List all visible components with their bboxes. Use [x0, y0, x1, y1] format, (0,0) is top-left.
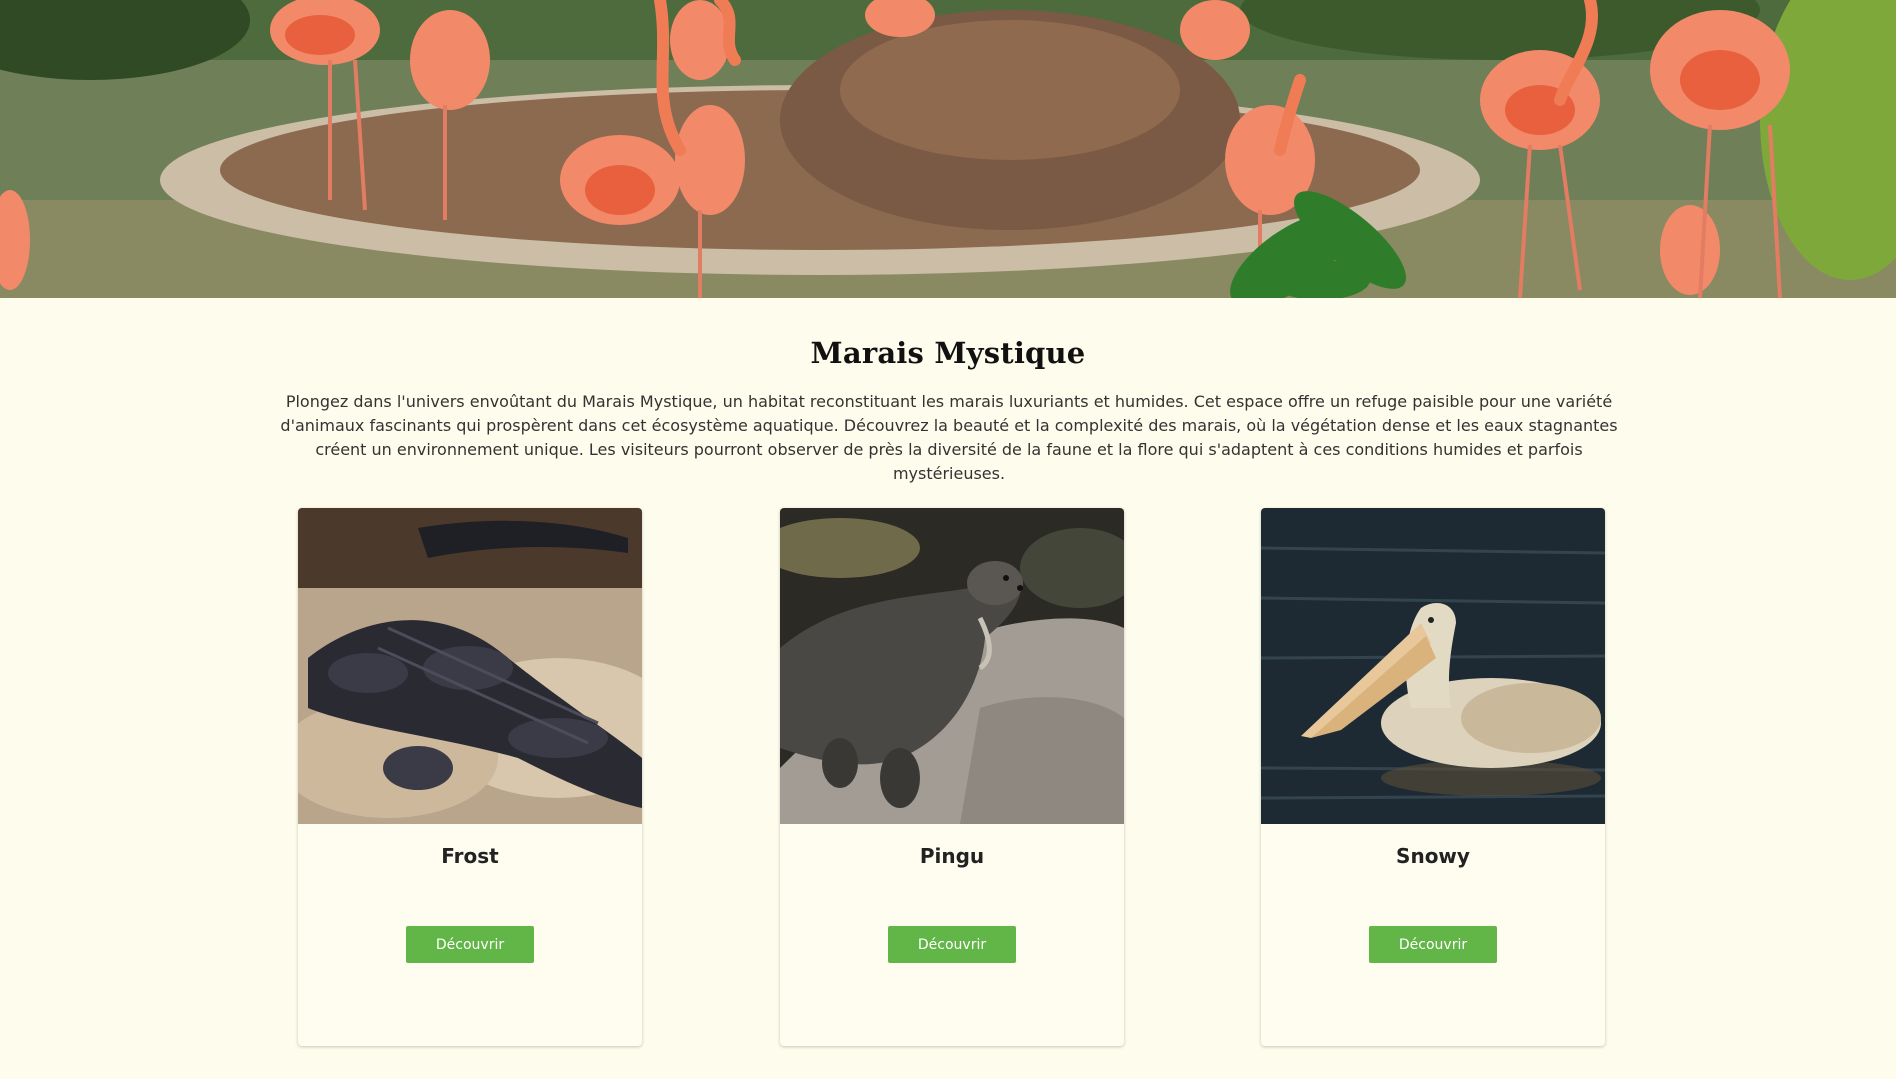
animal-name: Frost — [441, 844, 499, 868]
habitat-description: Plongez dans l'univers envoûtant du Mara… — [280, 392, 1618, 483]
hero-image — [0, 0, 1896, 298]
animal-photo-alligator[interactable] — [298, 508, 642, 824]
discover-button-pingu[interactable]: Découvrir — [888, 926, 1016, 963]
animal-card: Snowy Découvrir — [1261, 508, 1605, 1046]
animal-name: Pingu — [919, 844, 985, 868]
animal-name: Snowy — [1396, 844, 1470, 868]
animal-photo-pelican[interactable] — [1261, 508, 1605, 824]
hero-banner — [0, 0, 1896, 298]
animal-card: Frost Découvrir — [298, 508, 642, 1046]
animal-photo-otter[interactable] — [780, 508, 1124, 824]
discover-button-frost[interactable]: Découvrir — [406, 926, 534, 963]
habitat-title: Marais Mystique — [810, 336, 1086, 370]
discover-button-snowy[interactable]: Découvrir — [1369, 926, 1497, 963]
animal-card: Pingu Découvrir — [780, 508, 1124, 1046]
